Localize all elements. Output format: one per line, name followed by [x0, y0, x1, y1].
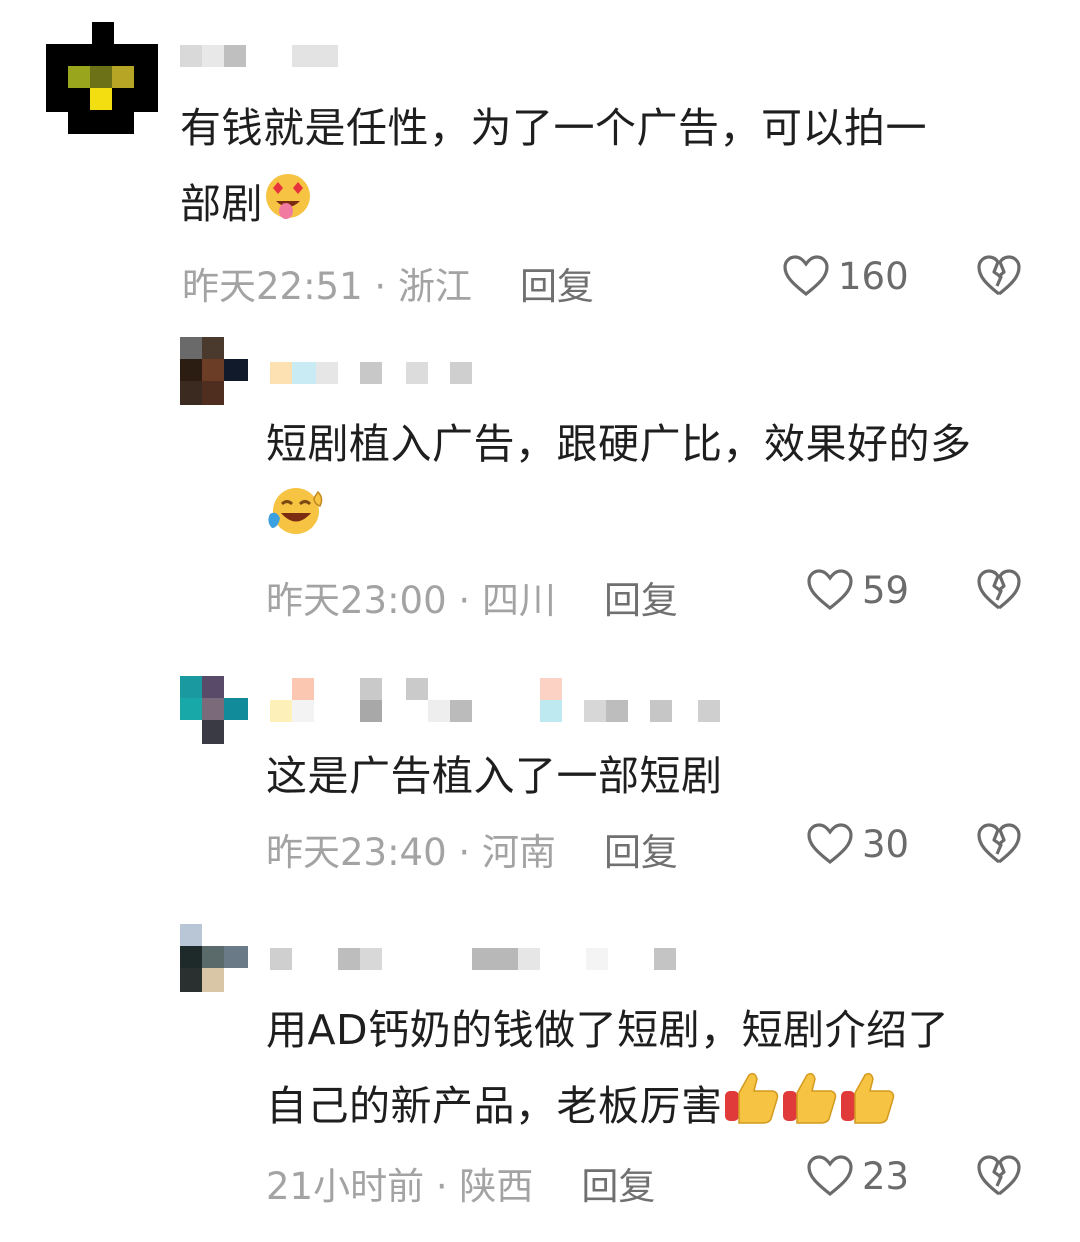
- comment-time: 昨天22:51: [182, 265, 363, 308]
- dislike-button[interactable]: [976, 254, 1022, 302]
- thumbs-up-emoji: [839, 1069, 897, 1149]
- dislike-button[interactable]: [976, 1154, 1022, 1202]
- heart-eyes-tongue-emoji: [263, 169, 313, 245]
- reply-button[interactable]: 回复: [604, 579, 678, 622]
- comment-location: 四川: [481, 579, 556, 622]
- comment-meta: 昨天23:00 · 四川 回复: [266, 579, 678, 622]
- heart-outline-icon: [783, 255, 829, 297]
- heart-outline-icon: [807, 569, 853, 611]
- thumbs-up-emoji: [781, 1069, 839, 1149]
- comment-time: 昨天23:40: [266, 831, 447, 874]
- thumbs-up-emoji: [723, 1069, 781, 1149]
- comment-time: 21小时前: [266, 1165, 425, 1208]
- like-count: 59: [862, 568, 910, 612]
- like-button[interactable]: 30: [806, 822, 909, 866]
- avatar[interactable]: [180, 337, 248, 405]
- comment-text: 有钱就是任性，为了一个广告，可以拍一 部剧: [180, 90, 927, 245]
- laughing-tears-emoji: [266, 484, 324, 562]
- comment-text: 用AD钙奶的钱做了短剧，短剧介绍了 自己的新产品，老板厉害: [266, 992, 949, 1149]
- reply-button[interactable]: 回复: [604, 831, 678, 874]
- broken-heart-icon: [977, 823, 1021, 864]
- heart-outline-icon: [807, 823, 853, 865]
- comment-location: 河南: [481, 831, 556, 874]
- comment-meta: 昨天22:51 · 浙江 回复: [182, 265, 594, 308]
- comment-meta: 21小时前 · 陕西 回复: [266, 1165, 656, 1208]
- avatar[interactable]: [46, 22, 158, 134]
- broken-heart-icon: [977, 1155, 1021, 1196]
- reply-button[interactable]: 回复: [520, 265, 594, 308]
- heart-outline-icon: [807, 1155, 853, 1197]
- comment-text: 短剧植入广告，跟硬广比，效果好的多: [266, 406, 972, 562]
- dislike-button[interactable]: [976, 822, 1022, 870]
- comment-3: 这是广告植入了一部短剧 昨天23:40 · 河南 回复 30: [0, 660, 1080, 910]
- comment-location: 浙江: [397, 265, 472, 308]
- broken-heart-icon: [977, 255, 1021, 296]
- broken-heart-icon: [977, 569, 1021, 610]
- comment-1: 有钱就是任性，为了一个广告，可以拍一 部剧 昨天22:51 · 浙江 回复 160: [0, 0, 1080, 320]
- comment-meta: 昨天23:40 · 河南 回复: [266, 831, 678, 874]
- like-count: 160: [838, 254, 909, 298]
- comment-2: 短剧植入广告，跟硬广比，效果好的多 昨天23:00 · 四川 回复 59: [0, 320, 1080, 640]
- avatar[interactable]: [180, 676, 248, 744]
- avatar[interactable]: [180, 924, 248, 992]
- comment-location: 陕西: [459, 1165, 534, 1208]
- like-count: 30: [862, 822, 910, 866]
- comment-text: 这是广告植入了一部短剧: [266, 752, 723, 800]
- reply-button[interactable]: 回复: [581, 1165, 655, 1208]
- like-button[interactable]: 23: [806, 1154, 909, 1198]
- like-button[interactable]: 59: [806, 568, 909, 612]
- comment-time: 昨天23:00: [266, 579, 447, 622]
- comment-4: 用AD钙奶的钱做了短剧，短剧介绍了 自己的新产品，老板厉害 21小时前 · 陕西…: [0, 910, 1080, 1242]
- dislike-button[interactable]: [976, 568, 1022, 616]
- like-count: 23: [862, 1154, 910, 1198]
- like-button[interactable]: 160: [782, 254, 909, 298]
